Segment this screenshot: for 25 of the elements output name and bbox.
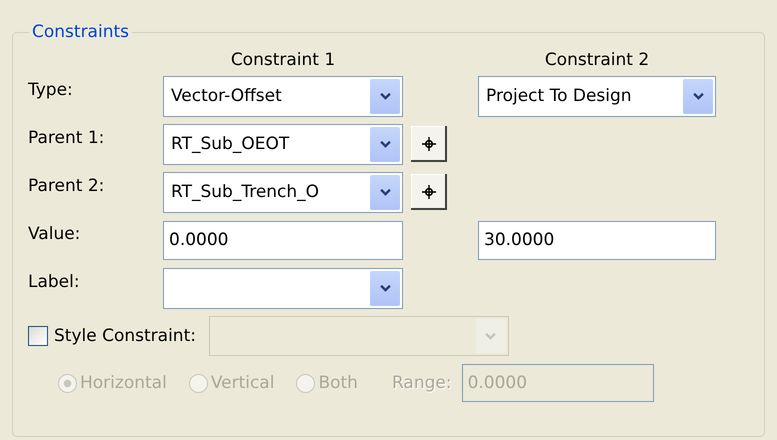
crosshair-icon <box>421 136 437 152</box>
checkbox-label: Style Constraint: <box>54 326 196 346</box>
dropdown[interactable]: RT_Sub_OEOT <box>163 124 403 164</box>
field-label: Parent 2: <box>28 175 106 196</box>
group-title: Constraints <box>31 22 130 42</box>
radio-label: Horizontal <box>80 373 167 393</box>
field-label: Parent 1: <box>28 127 106 148</box>
field-label: Type: <box>28 79 74 100</box>
input-field[interactable]: 0.0000 <box>163 220 403 260</box>
column-header: Constraint 1 <box>230 50 336 72</box>
dropdown[interactable]: Vector-Offset <box>163 76 403 116</box>
radio-label: Both <box>318 373 358 393</box>
column-header: Constraint 2 <box>544 50 650 72</box>
input-field[interactable]: 30.0000 <box>478 220 716 260</box>
pick-button[interactable] <box>411 126 447 162</box>
dropdown[interactable] <box>163 268 403 308</box>
field-label: Range: <box>392 373 452 393</box>
dropdown[interactable]: RT_Sub_Trench_O <box>163 172 403 212</box>
field-label: Value: <box>28 223 82 244</box>
checkbox[interactable] <box>28 326 48 346</box>
field-label: Label: <box>28 271 81 292</box>
crosshair-icon <box>421 184 437 200</box>
dropdown[interactable]: Project To Design <box>478 76 716 116</box>
radio-label: Vertical <box>210 373 274 393</box>
pick-button[interactable] <box>411 174 447 210</box>
